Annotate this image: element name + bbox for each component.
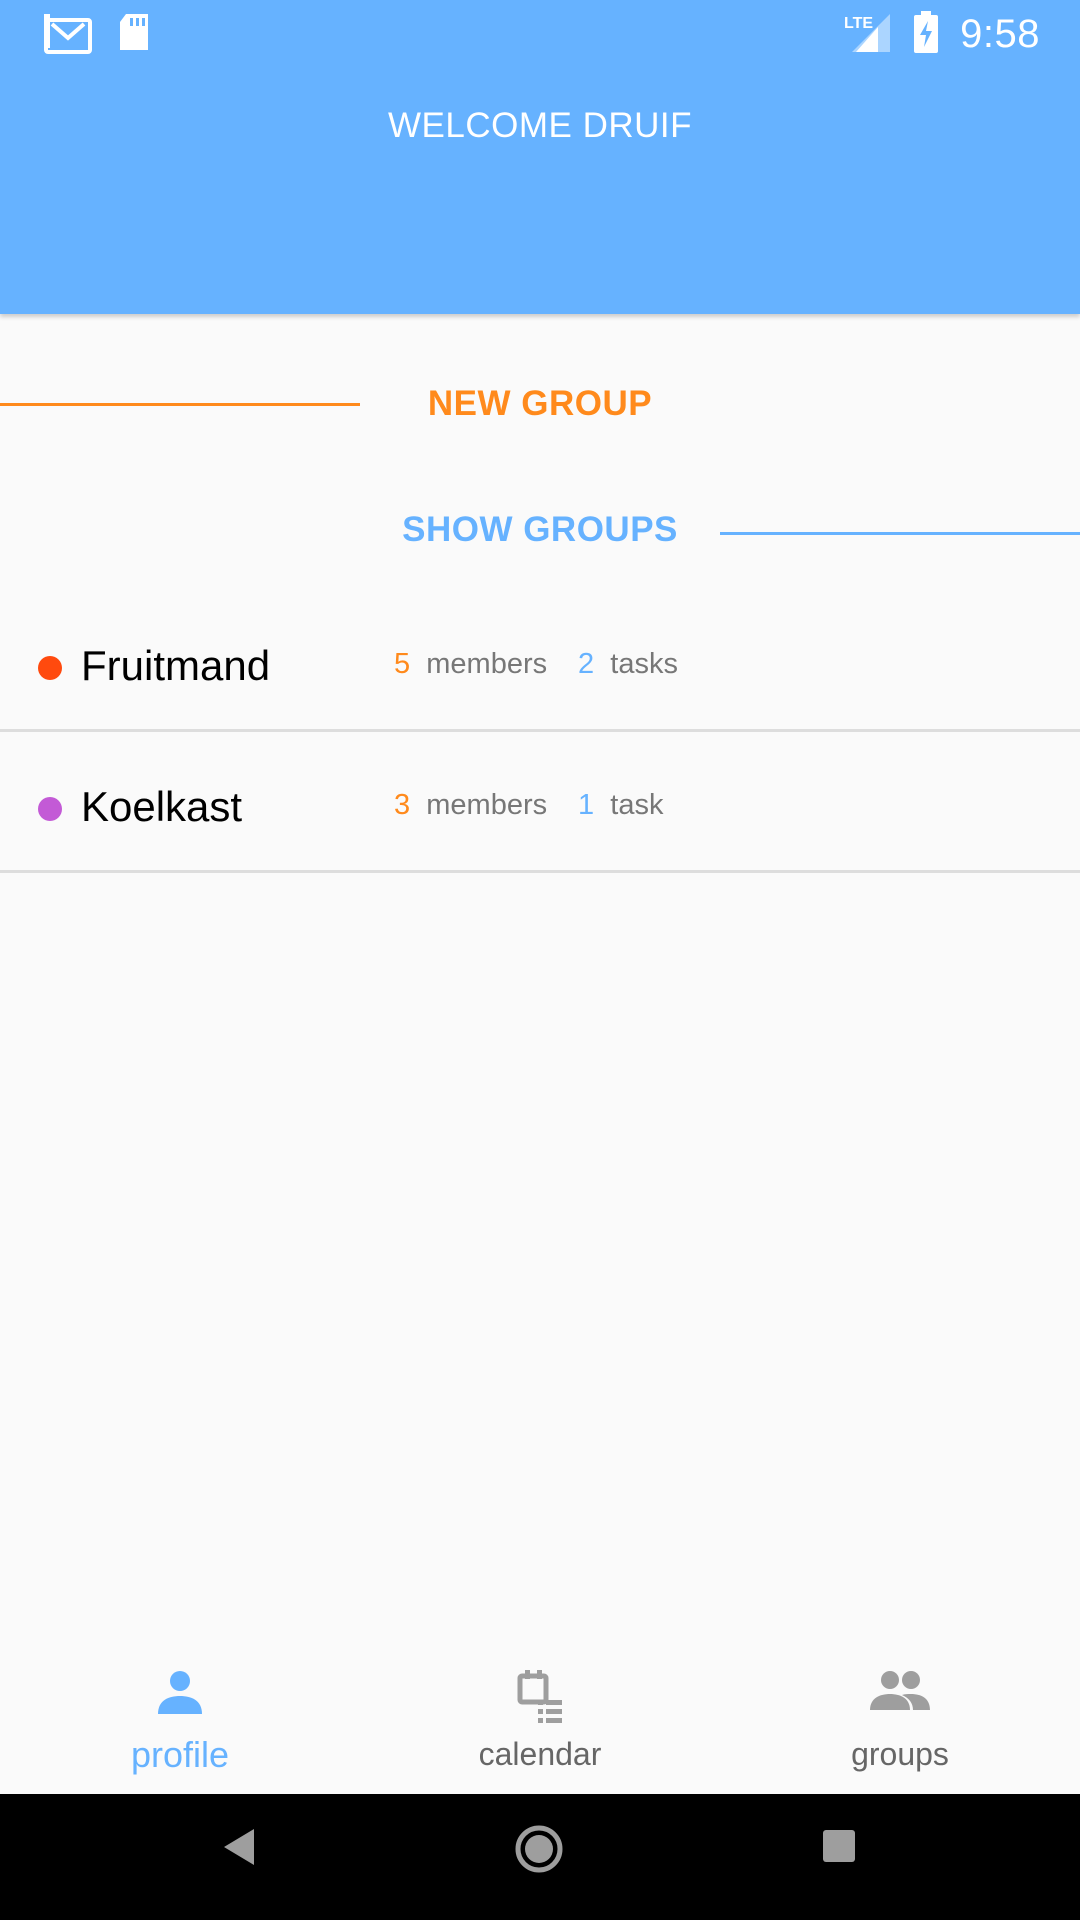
- group-color-dot: [38, 797, 62, 821]
- nav-calendar-label: calendar: [478, 1736, 602, 1772]
- system-navigation-bar: [0, 1794, 1080, 1920]
- group-row-koelkast[interactable]: Koelkast 3 members 1 task: [0, 733, 1080, 873]
- status-bar-system: LTE 9:58: [844, 10, 1040, 59]
- nav-groups-label: groups: [851, 1736, 949, 1772]
- recents-icon[interactable]: [822, 1829, 856, 1868]
- app-header: LTE 9:58 WELCOME DRUIF: [0, 0, 1080, 314]
- members-count: 5 members: [394, 648, 548, 680]
- status-bar-notifications: [44, 12, 150, 59]
- welcome-title: WELCOME DRUIF: [388, 106, 692, 145]
- group-name: Fruitmand: [81, 642, 271, 689]
- gmail-icon: [44, 12, 92, 59]
- person-icon: [157, 1670, 203, 1719]
- group-row-fruitmand[interactable]: Fruitmand 5 members 2 tasks: [0, 592, 1080, 732]
- group-name: Koelkast: [81, 783, 243, 830]
- status-time: 9:58: [960, 12, 1040, 56]
- nav-calendar[interactable]: calendar: [360, 1640, 720, 1794]
- show-groups-button[interactable]: SHOW GROUPS: [0, 510, 1080, 550]
- sd-card-icon: [118, 14, 150, 57]
- new-group-button[interactable]: NEW GROUP: [0, 384, 1080, 424]
- nav-profile-label: profile: [130, 1734, 230, 1775]
- group-color-dot: [38, 656, 62, 680]
- calendar-list-icon: [516, 1670, 564, 1731]
- bottom-navigation: profile calendar groups: [0, 1640, 1080, 1794]
- nav-profile[interactable]: profile: [0, 1640, 360, 1794]
- svg-text:LTE: LTE: [844, 15, 873, 32]
- battery-charging-icon: [914, 11, 939, 58]
- members-count: 3 members: [394, 789, 548, 821]
- signal-icon: LTE: [844, 10, 892, 59]
- tasks-count: 2 tasks: [578, 648, 678, 680]
- nav-groups[interactable]: groups: [720, 1640, 1080, 1794]
- back-icon[interactable]: [222, 1827, 256, 1872]
- home-icon[interactable]: [514, 1824, 564, 1879]
- show-groups-divider: [720, 532, 1080, 535]
- tasks-count: 1 task: [578, 789, 664, 821]
- group-icon: [870, 1670, 930, 1715]
